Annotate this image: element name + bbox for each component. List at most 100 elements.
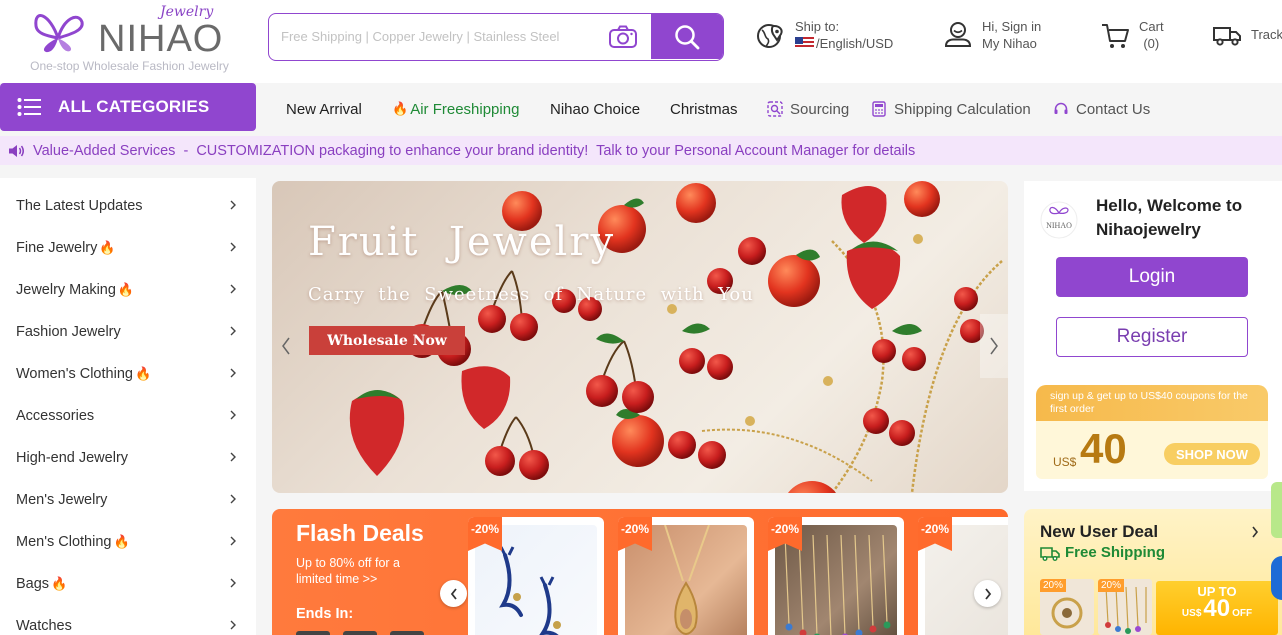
cart-label: Cart <box>1139 19 1164 34</box>
camera-icon[interactable] <box>608 25 638 49</box>
signup-coupon-banner[interactable]: sign up & get up to US$40 coupons for th… <box>1036 385 1268 479</box>
site-header: Jewelry NIHAO One-stop Wholesale Fashion… <box>0 0 1282 83</box>
sidebar-item-fashion-jewelry[interactable]: Fashion Jewelry <box>0 311 256 353</box>
announcement-text: Value-Added Services - CUSTOMIZATION pac… <box>33 142 916 159</box>
chevron-left-icon <box>282 337 290 355</box>
sidebar-item-latest-updates[interactable]: The Latest Updates <box>0 185 256 227</box>
flash-product-card[interactable]: -20% <box>618 517 754 635</box>
nav-new-arrival[interactable]: New Arrival <box>286 98 362 120</box>
all-categories-button[interactable]: ALL CATEGORIES <box>0 83 256 131</box>
cart-link[interactable]: Cart (0) <box>1100 18 1164 52</box>
shop-now-button[interactable]: SHOP NOW <box>1164 443 1260 465</box>
nav-christmas[interactable]: Christmas <box>670 98 738 120</box>
us-flag-icon <box>795 37 814 49</box>
nav-contact-us[interactable]: Contact Us <box>1053 98 1150 120</box>
sidebar-item-accessories[interactable]: Accessories <box>0 395 256 437</box>
nav-link-label: Christmas <box>670 100 738 118</box>
new-user-deal-section[interactable]: New User Deal Free Shipping 20% 20% UP T… <box>1024 509 1282 635</box>
fire-icon: 🔥 <box>392 101 409 116</box>
chevron-right-icon <box>230 368 236 378</box>
search-button[interactable] <box>651 14 723 59</box>
flash-product-card[interactable]: -20% <box>768 517 904 635</box>
floating-side-widget[interactable] <box>1271 482 1282 538</box>
nav-nihao-choice[interactable]: Nihao Choice <box>550 98 640 120</box>
banner-next-arrow[interactable] <box>980 314 1008 378</box>
nav-shipping-calculation[interactable]: Shipping Calculation <box>871 98 1031 120</box>
ship-to-value: /English/USD <box>816 36 894 51</box>
floating-chat-button[interactable] <box>1271 556 1282 600</box>
flash-deals-title[interactable]: Flash Deals <box>296 520 424 547</box>
login-button[interactable]: Login <box>1056 257 1248 297</box>
chevron-right-icon <box>1252 526 1259 538</box>
globe-pin-icon <box>757 24 783 48</box>
coupon-amount: 40 <box>1203 595 1231 622</box>
countdown-timer <box>296 631 424 635</box>
butterfly-logo-icon <box>34 14 84 53</box>
category-sidebar: The Latest Updates Fine Jewelry 🔥 Jewelry… <box>0 178 256 635</box>
chevron-right-icon <box>230 620 236 630</box>
sidebar-item-label: Accessories <box>16 408 95 424</box>
avatar-text: NIHAO <box>1046 221 1072 230</box>
calculator-icon <box>872 101 886 117</box>
sidebar-item-womens-clothing[interactable]: Women's Clothing 🔥 <box>0 353 256 395</box>
sidebar-item-mens-jewelry[interactable]: Men's Jewelry <box>0 479 256 521</box>
ship-to-label: Ship to: <box>795 19 840 34</box>
logo-wordmark: NIHAO <box>98 18 224 60</box>
nav-link-label: New Arrival <box>286 100 362 118</box>
new-user-product-thumb[interactable]: 20% <box>1098 579 1152 635</box>
countdown-box <box>296 631 330 635</box>
sidebar-item-bags[interactable]: Bags 🔥 <box>0 563 256 605</box>
announcement-bar[interactable]: Value-Added Services - CUSTOMIZATION pac… <box>0 136 1282 165</box>
sidebar-item-label: Watches <box>16 618 72 634</box>
sidebar-item-high-end-jewelry[interactable]: High-end Jewelry <box>0 437 256 479</box>
coupon-amount: 40 <box>1080 425 1127 472</box>
search-input[interactable] <box>269 14 599 59</box>
chevron-right-icon <box>230 452 236 462</box>
cart-count: (0) <box>1143 36 1160 51</box>
avatar: NIHAO <box>1040 201 1078 239</box>
sidebar-item-label: Men's Clothing <box>16 534 112 550</box>
nav-air-freeshipping[interactable]: 🔥 Air Freeshipping <box>392 98 519 120</box>
sidebar-item-label: Fashion Jewelry <box>16 324 121 340</box>
nav-link-label: Air Freeshipping <box>410 100 520 118</box>
flash-deals-subtitle[interactable]: Up to 80% off for a limited time >> <box>296 555 426 587</box>
wholesale-now-button[interactable]: Wholesale Now <box>309 326 465 355</box>
nav-link-label: Nihao Choice <box>550 100 641 118</box>
hot-fire-icon: 🔥 <box>113 534 130 549</box>
chevron-right-icon <box>230 494 236 504</box>
register-button[interactable]: Register <box>1056 317 1248 357</box>
chevron-right-icon <box>230 200 236 210</box>
sign-in-line1: Hi, Sign in <box>982 19 1042 34</box>
ends-in-label: Ends In: <box>296 606 354 622</box>
sign-in-line2: My Nihao <box>982 36 1037 51</box>
sidebar-item-mens-clothing[interactable]: Men's Clothing 🔥 <box>0 521 256 563</box>
hot-fire-icon: 🔥 <box>117 282 135 297</box>
flash-prev-arrow[interactable] <box>440 580 467 607</box>
hero-banner[interactable]: Fruit Jewelry Carry the Sweetness of Nat… <box>272 181 1008 493</box>
new-user-coupon[interactable]: UP TO US$40 OFF <box>1156 581 1278 635</box>
speaker-icon <box>9 144 24 157</box>
sign-in-link[interactable]: Hi, Sign in My Nihao <box>943 18 1041 52</box>
nav-link-label: Sourcing <box>790 100 850 118</box>
track-order-link[interactable]: Track <box>1212 18 1282 50</box>
nav-sourcing[interactable]: Sourcing <box>767 98 849 120</box>
banner-prev-arrow[interactable] <box>272 314 300 378</box>
sidebar-item-fine-jewelry[interactable]: Fine Jewelry 🔥 <box>0 227 256 269</box>
flash-product-card[interactable]: -20% <box>468 517 604 635</box>
sidebar-item-watches[interactable]: Watches <box>0 605 256 635</box>
flash-deals-section: Flash Deals Up to 80% off for a limited … <box>272 509 1008 635</box>
all-categories-label: ALL CATEGORIES <box>58 97 210 116</box>
nihao-logo[interactable]: Jewelry NIHAO One-stop Wholesale Fashion… <box>22 2 237 78</box>
hot-fire-icon: 🔥 <box>134 366 152 381</box>
flash-next-arrow[interactable] <box>974 580 1001 607</box>
nav-link-label: Shipping Calculation <box>894 100 1031 118</box>
truck-icon <box>1213 27 1241 46</box>
sidebar-item-jewelry-making[interactable]: Jewelry Making 🔥 <box>0 269 256 311</box>
user-icon <box>944 22 972 47</box>
chevron-right-icon <box>230 284 236 294</box>
ship-to-selector[interactable]: Ship to: /English/USD <box>756 18 893 52</box>
flash-product-card[interactable]: -20% <box>918 517 1008 635</box>
sign-in-text: Hi, Sign in My Nihao <box>982 18 1041 52</box>
sidebar-item-label: Bags <box>16 576 50 592</box>
new-user-product-thumb[interactable]: 20% <box>1040 579 1094 635</box>
